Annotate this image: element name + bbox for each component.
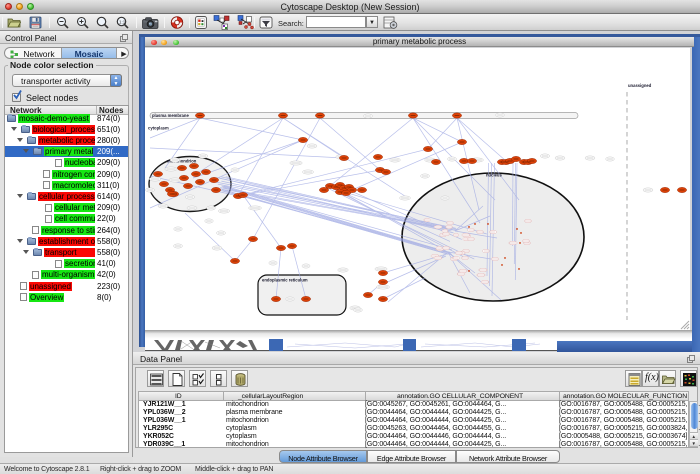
svg-text:plasma membrane: plasma membrane [152,113,189,118]
svg-text:endoplasmic reticulum: endoplasmic reticulum [262,278,308,283]
svg-text:unassigned: unassigned [628,83,652,88]
svg-text:nucleus: nucleus [486,173,502,178]
svg-text:cytoplasm: cytoplasm [148,126,169,131]
svg-text:1:1: 1:1 [119,20,126,25]
